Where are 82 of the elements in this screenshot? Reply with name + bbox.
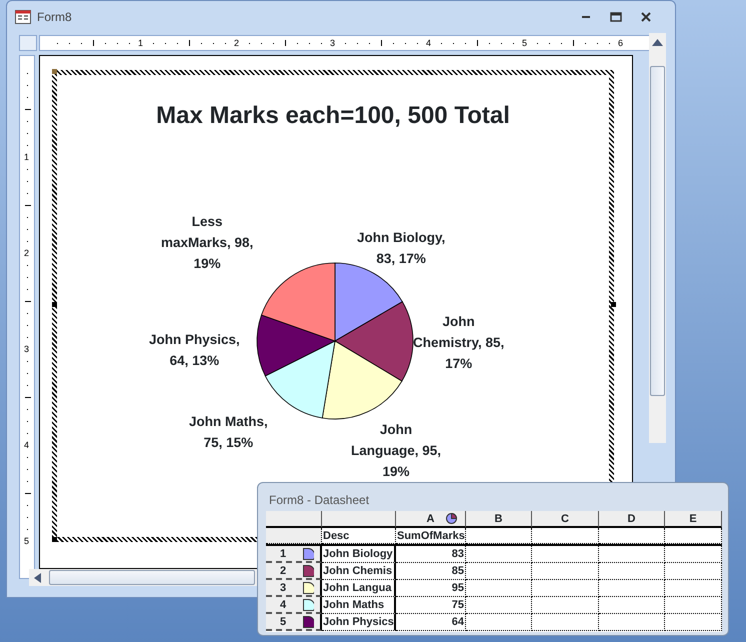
field-name: SumOfMarks bbox=[396, 528, 466, 544]
empty-cell bbox=[599, 580, 665, 597]
vertical-scrollbar[interactable] bbox=[649, 33, 666, 443]
data-label: John Language, 95, 19% bbox=[351, 421, 442, 481]
ruler-number: 1 bbox=[138, 38, 144, 48]
scroll-thumb[interactable] bbox=[49, 570, 255, 585]
row-number: 1 bbox=[280, 546, 286, 562]
empty-cell bbox=[599, 614, 665, 631]
empty-cell bbox=[532, 563, 599, 580]
table-cell: 95 bbox=[396, 580, 466, 597]
empty-cell bbox=[466, 614, 532, 631]
grid-corner[interactable] bbox=[266, 511, 322, 528]
empty-cell bbox=[665, 597, 722, 614]
column-header[interactable]: A bbox=[396, 511, 466, 528]
empty-cell bbox=[466, 580, 532, 597]
data-label: John Biology, 83, 17% bbox=[357, 229, 446, 268]
row-header[interactable]: 4 bbox=[266, 597, 322, 614]
ruler-number: 6 bbox=[618, 38, 624, 48]
resize-handle[interactable] bbox=[611, 302, 616, 307]
window-title: Form8 - Datasheet bbox=[268, 492, 370, 509]
row-number: 3 bbox=[280, 580, 286, 596]
resize-handle[interactable] bbox=[52, 69, 57, 74]
empty-cell bbox=[665, 580, 722, 597]
resize-handle[interactable] bbox=[52, 302, 57, 307]
row-number: 5 bbox=[280, 614, 286, 630]
ruler-number: 4 bbox=[426, 38, 432, 48]
table-cell: 85 bbox=[396, 563, 466, 580]
table-cell: John Langua bbox=[322, 580, 396, 597]
table-cell: 75 bbox=[396, 597, 466, 614]
ruler-number: 1 bbox=[24, 152, 30, 162]
row-header[interactable] bbox=[266, 528, 322, 544]
data-label: John Physics, 64, 13% bbox=[149, 331, 240, 370]
window-title: Form8 bbox=[37, 9, 72, 26]
row-header[interactable]: 2 bbox=[266, 563, 322, 580]
ruler-number: 5 bbox=[522, 38, 528, 48]
minimize-icon bbox=[582, 15, 590, 19]
empty-cell bbox=[532, 580, 599, 597]
field-name: Desc bbox=[322, 528, 396, 544]
column-header[interactable]: E bbox=[665, 511, 722, 528]
table-cell: 64 bbox=[396, 614, 466, 631]
column-header[interactable]: B bbox=[466, 511, 532, 528]
scroll-left-arrow-icon[interactable] bbox=[34, 573, 41, 583]
empty-cell bbox=[665, 563, 722, 580]
ruler-number: 2 bbox=[234, 38, 240, 48]
column-header[interactable]: C bbox=[532, 511, 599, 528]
empty-cell bbox=[532, 597, 599, 614]
empty-cell bbox=[466, 563, 532, 580]
table-cell: John Biology bbox=[322, 546, 396, 563]
resize-handle[interactable] bbox=[52, 537, 57, 542]
row-header[interactable]: 1 bbox=[266, 546, 322, 563]
row-header[interactable]: 5 bbox=[266, 614, 322, 631]
ruler-number: 3 bbox=[330, 38, 336, 48]
chart-title: Max Marks each=100, 500 Total bbox=[155, 102, 511, 130]
table-cell: John Physics bbox=[322, 614, 396, 631]
empty-cell bbox=[532, 614, 599, 631]
scroll-thumb[interactable] bbox=[650, 66, 665, 396]
ruler-number: 3 bbox=[24, 344, 30, 354]
empty-cell bbox=[665, 614, 722, 631]
column-header[interactable] bbox=[322, 511, 396, 528]
form-icon bbox=[15, 10, 31, 24]
maximize-icon bbox=[610, 12, 622, 22]
ruler-corner[interactable] bbox=[19, 35, 37, 51]
empty-cell bbox=[466, 597, 532, 614]
data-label: John Maths, 75, 15% bbox=[189, 413, 268, 452]
column-header[interactable]: D bbox=[599, 511, 665, 528]
scroll-up-arrow-icon[interactable] bbox=[652, 39, 663, 46]
horizontal-scrollbar[interactable] bbox=[29, 569, 257, 586]
table-cell: John Chemis bbox=[322, 563, 396, 580]
close-icon bbox=[640, 11, 652, 23]
row-number: 4 bbox=[280, 598, 286, 612]
table-cell: John Maths bbox=[322, 597, 396, 614]
data-label: Less maxMarks, 98, 19% bbox=[161, 213, 254, 273]
ruler-number: 5 bbox=[24, 536, 30, 546]
ruler-number: 4 bbox=[24, 440, 30, 450]
empty-cell bbox=[599, 563, 665, 580]
row-number: 2 bbox=[280, 564, 286, 578]
pie-chart-icon bbox=[446, 513, 457, 524]
data-label: John Chemistry, 85, 17% bbox=[413, 313, 504, 373]
ruler-number: 2 bbox=[24, 248, 30, 258]
table-cell: 83 bbox=[396, 546, 466, 563]
row-header[interactable]: 3 bbox=[266, 580, 322, 597]
empty-cell bbox=[599, 597, 665, 614]
